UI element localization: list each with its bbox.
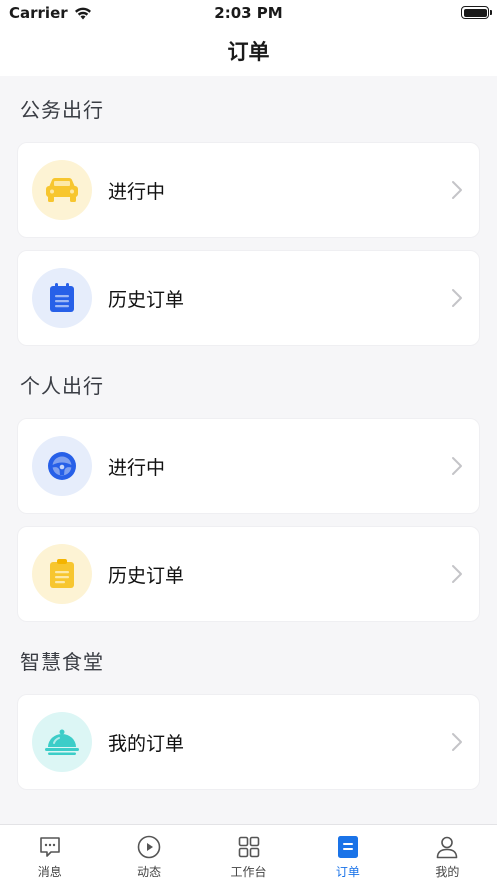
tab-label: 我的 [435, 865, 460, 879]
card-label: 我的订单 [108, 732, 185, 755]
chevron-right-icon [452, 733, 462, 751]
notepad-icon [32, 544, 92, 604]
personal-in-progress-card[interactable]: 进行中 [17, 418, 480, 514]
tab-feed[interactable]: 动态 [99, 825, 198, 883]
chevron-right-icon [452, 181, 462, 199]
tab-label: 工作台 [230, 865, 267, 879]
canteen-my-orders-card[interactable]: 我的订单 [17, 694, 480, 790]
tab-profile[interactable]: 我的 [398, 825, 497, 883]
tab-bar: 消息 动态 工作台 订单 我的 [0, 824, 497, 883]
chevron-right-icon [452, 457, 462, 475]
tab-label: 消息 [37, 865, 62, 879]
card-label: 进行中 [108, 180, 166, 203]
tab-orders[interactable]: 订单 [298, 825, 397, 883]
status-time: 2:03 PM [214, 4, 283, 22]
car-icon [32, 160, 92, 220]
chevron-right-icon [452, 289, 462, 307]
page-title: 订单 [227, 40, 270, 64]
person-icon [437, 836, 458, 859]
steering-wheel-icon [32, 436, 92, 496]
section-title-business-travel: 公务出行 [20, 98, 104, 122]
notepad-icon [32, 268, 92, 328]
personal-history-orders-card[interactable]: 历史订单 [17, 526, 480, 622]
tab-label: 订单 [335, 865, 360, 879]
chevron-right-icon [452, 565, 462, 583]
tab-messages[interactable]: 消息 [0, 825, 99, 883]
status-bar: Carrier 2:03 PM [0, 0, 497, 26]
tab-workbench[interactable]: 工作台 [199, 825, 298, 883]
order-icon [337, 836, 358, 858]
card-label: 进行中 [108, 456, 166, 479]
card-label: 历史订单 [108, 288, 185, 311]
grid-icon [238, 836, 259, 858]
main-content: 公务出行 进行中 历史订单 个人出行 进行中 历史订单 智慧食堂 我的订单 [0, 76, 497, 824]
business-in-progress-card[interactable]: 进行中 [17, 142, 480, 238]
message-icon [39, 837, 60, 857]
tab-label: 动态 [137, 865, 162, 879]
battery-icon [461, 6, 492, 19]
nav-bar: 订单 [0, 26, 497, 76]
section-title-smart-canteen: 智慧食堂 [20, 650, 104, 674]
business-history-orders-card[interactable]: 历史订单 [17, 250, 480, 346]
card-label: 历史订单 [108, 564, 185, 587]
play-icon [137, 835, 161, 859]
food-cloche-icon [32, 712, 92, 772]
section-title-personal-travel: 个人出行 [20, 374, 104, 398]
